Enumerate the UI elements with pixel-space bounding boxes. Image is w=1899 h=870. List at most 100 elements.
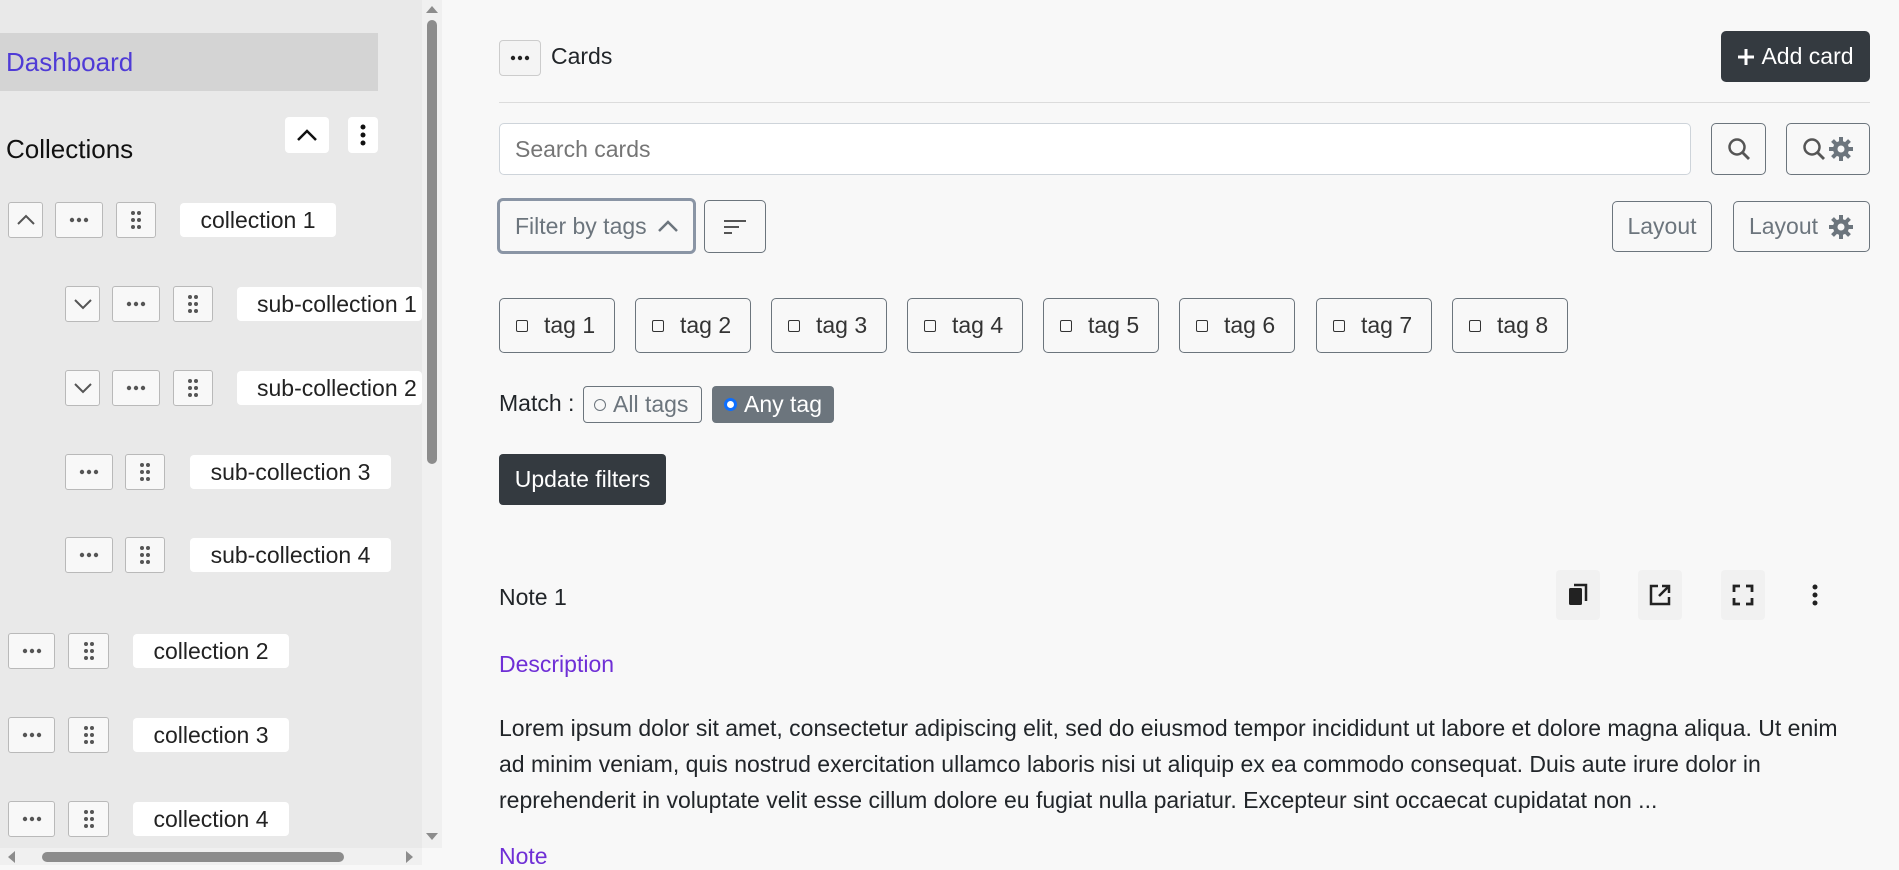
header-divider (499, 102, 1870, 103)
tag-label: tag 3 (816, 312, 868, 338)
tag-7-checkbox[interactable]: tag 7 (1316, 298, 1432, 353)
sub-collection-1-label[interactable]: sub-collection 1 (237, 287, 422, 321)
chevron-down-icon (73, 299, 92, 310)
chevron-up-icon (657, 220, 678, 232)
collections-heading: Collections (6, 134, 134, 164)
layout-label: Layout (1627, 213, 1697, 239)
sub-collection-3-more-button[interactable] (65, 454, 113, 490)
sidebar-horizontal-scroll-thumb[interactable] (42, 852, 344, 862)
filter-by-tags-button[interactable]: Filter by tags (497, 198, 696, 254)
gear-icon (1829, 137, 1853, 161)
sub-collection-4-more-button[interactable] (65, 537, 113, 573)
scroll-right-arrow-icon[interactable] (405, 850, 415, 864)
any-tag-label: Any tag (744, 391, 822, 417)
sub-collection-4-label[interactable]: sub-collection 4 (190, 538, 391, 572)
ellipsis-icon (126, 385, 146, 391)
tag-label: tag 8 (1497, 312, 1549, 338)
collection-4-drag-handle[interactable] (68, 801, 109, 837)
match-all-tags-option[interactable]: All tags (583, 386, 702, 423)
collection-1-toggle[interactable] (8, 202, 43, 238)
search-icon (1727, 138, 1750, 160)
sub-collection-2-drag-handle[interactable] (173, 370, 213, 406)
sub-collection-2-label[interactable]: sub-collection 2 (237, 371, 422, 405)
checkbox-icon (516, 319, 528, 332)
checkbox-icon (1060, 319, 1072, 332)
sub-collection-1-more-button[interactable] (112, 286, 160, 322)
search-button[interactable] (1711, 123, 1766, 175)
checkbox-icon (1196, 319, 1208, 332)
add-card-button[interactable]: Add card (1721, 31, 1870, 82)
page-title: Cards (551, 43, 613, 69)
collection-2-drag-handle[interactable] (68, 633, 109, 669)
tag-label: tag 7 (1361, 312, 1413, 338)
description-text: Lorem ipsum dolor sit amet, consectetur … (499, 715, 1838, 813)
grip-icon (83, 642, 94, 660)
layout-button[interactable]: Layout (1612, 201, 1712, 252)
collection-4-more-button[interactable] (8, 801, 55, 837)
dashboard-link[interactable]: Dashboard (0, 33, 378, 91)
sub-collection-2-toggle[interactable] (65, 370, 100, 406)
collection-3-label[interactable]: collection 3 (133, 718, 289, 752)
fullscreen-button[interactable] (1721, 570, 1765, 620)
kebab-icon (360, 124, 366, 146)
chevron-down-icon (73, 383, 92, 394)
description-heading: Description (499, 651, 615, 677)
collection-2-label[interactable]: collection 2 (133, 634, 289, 668)
scroll-left-arrow-icon[interactable] (6, 850, 16, 864)
sub-collection-4-drag-handle[interactable] (125, 537, 165, 573)
sub-collection-3-label[interactable]: sub-collection 3 (190, 455, 391, 489)
collection-1-label[interactable]: collection 1 (180, 203, 336, 237)
ellipsis-icon (510, 55, 530, 61)
update-filters-button[interactable]: Update filters (499, 454, 666, 505)
collapse-collections-button[interactable] (285, 117, 329, 153)
open-external-button[interactable] (1638, 570, 1682, 620)
sub-collection-1-drag-handle[interactable] (173, 286, 213, 322)
sub-collection-1-toggle[interactable] (65, 286, 100, 322)
sub-collection-3-drag-handle[interactable] (125, 454, 165, 490)
checkbox-icon (652, 319, 664, 332)
gear-icon (1829, 214, 1854, 239)
tag-1-checkbox[interactable]: tag 1 (499, 298, 615, 353)
header-more-button[interactable] (499, 40, 541, 76)
open-in-new-icon (1649, 584, 1671, 606)
match-any-tag-option[interactable]: Any tag (712, 386, 834, 423)
tag-4-checkbox[interactable]: tag 4 (907, 298, 1023, 353)
chevron-up-icon (297, 129, 317, 141)
collection-1-drag-handle[interactable] (116, 202, 156, 238)
tag-label: tag 6 (1224, 312, 1276, 338)
scroll-up-arrow-icon[interactable] (425, 4, 439, 14)
sidebar-vertical-scroll-thumb[interactable] (427, 20, 437, 464)
copy-button[interactable] (1556, 570, 1600, 620)
grip-icon (140, 546, 150, 564)
tag-5-checkbox[interactable]: tag 5 (1043, 298, 1159, 353)
tag-8-checkbox[interactable]: tag 8 (1452, 298, 1568, 353)
tag-label: tag 5 (1088, 312, 1140, 338)
sort-button[interactable] (704, 200, 766, 253)
tag-6-checkbox[interactable]: tag 6 (1179, 298, 1295, 353)
add-card-label: Add card (1761, 43, 1854, 69)
grip-icon (140, 463, 150, 481)
scroll-down-arrow-icon[interactable] (425, 832, 439, 842)
fullscreen-icon (1732, 584, 1754, 606)
collections-menu-button[interactable] (348, 117, 378, 153)
collection-3-drag-handle[interactable] (68, 717, 109, 753)
sidebar: Dashboard Collections collection 1 sub-c… (0, 0, 422, 865)
dashboard-label: Dashboard (6, 46, 134, 77)
card-menu-button[interactable] (1800, 570, 1830, 620)
kebab-icon (1812, 584, 1818, 606)
search-settings-button[interactable] (1786, 123, 1870, 175)
tag-2-checkbox[interactable]: tag 2 (635, 298, 751, 353)
collection-4-label[interactable]: collection 4 (133, 802, 289, 836)
sub-collection-2-more-button[interactable] (112, 370, 160, 406)
layout-settings-label: Layout (1748, 213, 1819, 239)
tag-3-checkbox[interactable]: tag 3 (771, 298, 887, 353)
checkbox-icon (788, 319, 800, 332)
radio-selected-icon (724, 398, 737, 411)
chevron-up-icon (16, 214, 35, 225)
search-input[interactable] (499, 123, 1691, 175)
ellipsis-icon (126, 301, 146, 307)
layout-settings-button[interactable]: Layout (1733, 201, 1870, 252)
collection-2-more-button[interactable] (8, 633, 55, 669)
collection-1-more-button[interactable] (55, 202, 103, 238)
collection-3-more-button[interactable] (8, 717, 55, 753)
